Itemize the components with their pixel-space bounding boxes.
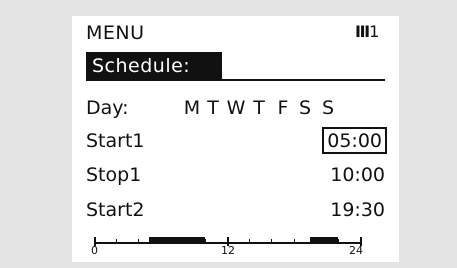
day-thu[interactable]: T [250,97,268,119]
day-sat[interactable]: S [296,97,314,119]
start1-value[interactable]: 05:00 [322,127,387,154]
day-sun[interactable]: S [320,97,336,119]
stop1-label: Stop1 [86,164,142,186]
menu-label: MENU [86,22,145,44]
start2-value[interactable]: 19:30 [330,199,385,221]
display-screen: MENU Ⅲ1 Schedule: Day: M T W T F S S Sta… [72,16,399,262]
schedule-timeline: 0 12 24 [91,228,363,262]
timeline-tick [249,239,250,244]
radiator-icon: Ⅲ [355,22,370,41]
day-wed[interactable]: W [225,97,247,119]
timeline-tick [227,237,229,246]
timeline-tick [338,239,339,244]
timeline-tick [294,239,295,244]
screen-title: Schedule: [86,52,222,80]
timeline-label-start: 0 [91,244,98,257]
circuit-number: 1 [369,22,380,41]
day-fri[interactable]: F [275,97,291,119]
timeline-tick [205,239,206,244]
day-mon[interactable]: M [183,97,201,119]
start2-label: Start2 [86,199,145,221]
schedule-period-bar [310,237,338,244]
timeline-tick [138,239,139,244]
timeline-tick [116,239,117,244]
schedule-period-bar [149,237,205,244]
timeline-tick [271,239,272,244]
timeline-tick [94,237,96,246]
day-label: Day: [86,97,129,119]
start1-label: Start1 [86,130,145,152]
day-tue[interactable]: T [204,97,222,119]
timeline-tick [360,237,362,246]
stop1-value[interactable]: 10:00 [330,164,385,186]
title-divider [86,79,385,81]
timeline-label-end: 24 [349,244,363,257]
timeline-label-mid: 12 [221,244,235,257]
heating-circuit-icon: Ⅲ1 [355,23,379,41]
